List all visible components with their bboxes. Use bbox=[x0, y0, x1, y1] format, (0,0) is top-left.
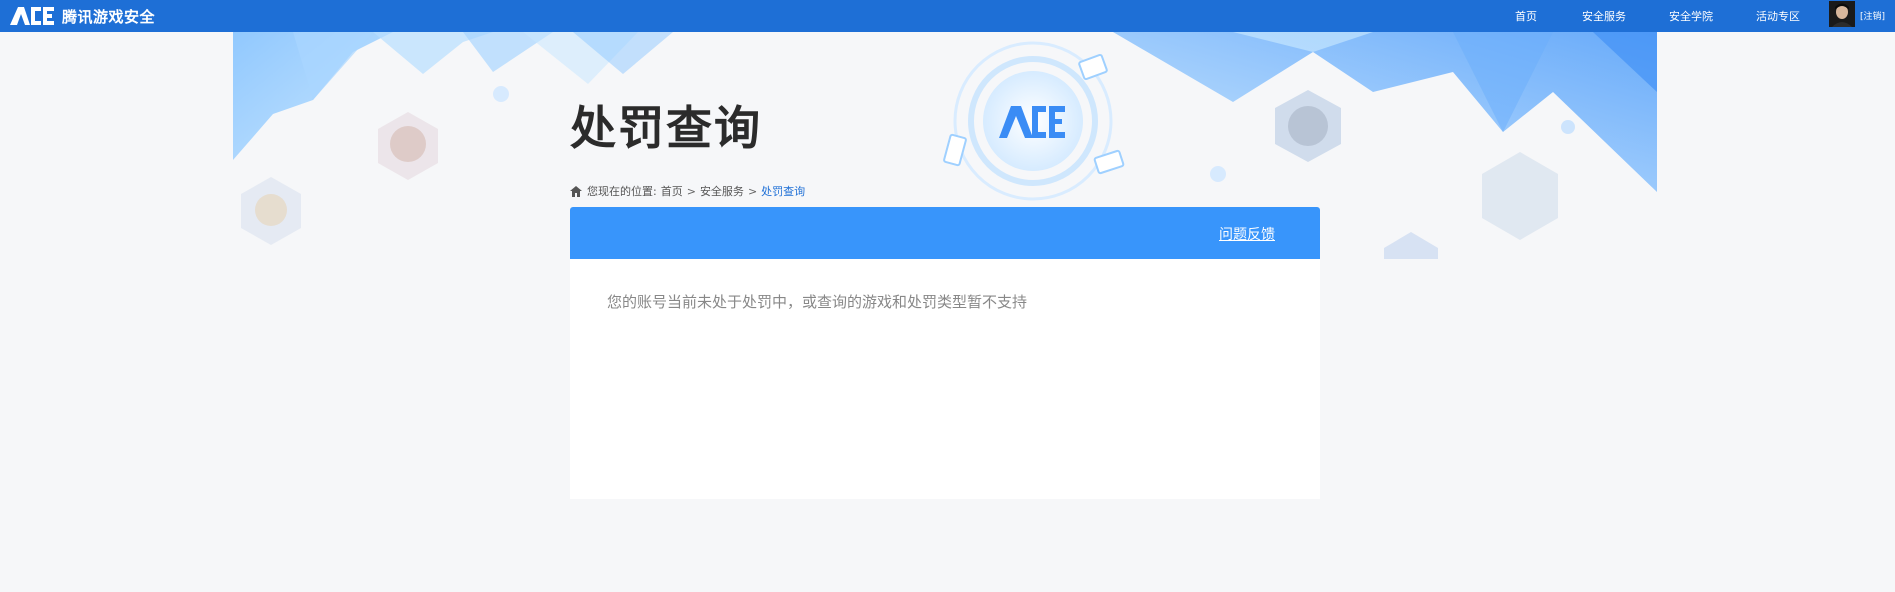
breadcrumb-security-service[interactable]: 安全服务 bbox=[700, 183, 744, 199]
page-title: 处罚查询 bbox=[570, 101, 762, 155]
ace-logo-icon bbox=[10, 7, 54, 25]
result-panel-body: 您的账号当前未处于处罚中，或查询的游戏和处罚类型暂不支持 bbox=[570, 259, 1320, 499]
user-avatar[interactable] bbox=[1829, 1, 1855, 27]
brand-logo[interactable]: 腾讯游戏安全 bbox=[8, 3, 155, 29]
breadcrumb-separator: > bbox=[686, 184, 696, 198]
breadcrumb-home[interactable]: 首页 bbox=[661, 183, 683, 199]
breadcrumb-separator: > bbox=[747, 184, 758, 198]
nav-security-service[interactable]: 安全服务 bbox=[1582, 8, 1626, 24]
top-nav-bar: 腾讯游戏安全 首页 安全服务 安全学院 活动专区 [注销] bbox=[0, 0, 1895, 32]
brand-name: 腾讯游戏安全 bbox=[62, 7, 156, 26]
nav-activity-zone[interactable]: 活动专区 bbox=[1756, 8, 1800, 24]
home-icon bbox=[570, 185, 582, 197]
breadcrumb: 您现在的位置: 首页 > 安全服务 > 处罚查询 bbox=[570, 183, 805, 199]
nav-home[interactable]: 首页 bbox=[1515, 8, 1537, 24]
result-message: 您的账号当前未处于处罚中，或查询的游戏和处罚类型暂不支持 bbox=[607, 293, 1028, 311]
breadcrumb-current: 处罚查询 bbox=[761, 185, 806, 198]
feedback-link[interactable]: 问题反馈 bbox=[1219, 224, 1275, 244]
avatar-image bbox=[1829, 1, 1855, 27]
result-panel-header: 问题反馈 bbox=[570, 207, 1320, 259]
breadcrumb-prefix: 您现在的位置: bbox=[587, 185, 657, 198]
logout-link[interactable]: [注销] bbox=[1860, 9, 1885, 22]
nav-security-academy[interactable]: 安全学院 bbox=[1669, 8, 1713, 24]
